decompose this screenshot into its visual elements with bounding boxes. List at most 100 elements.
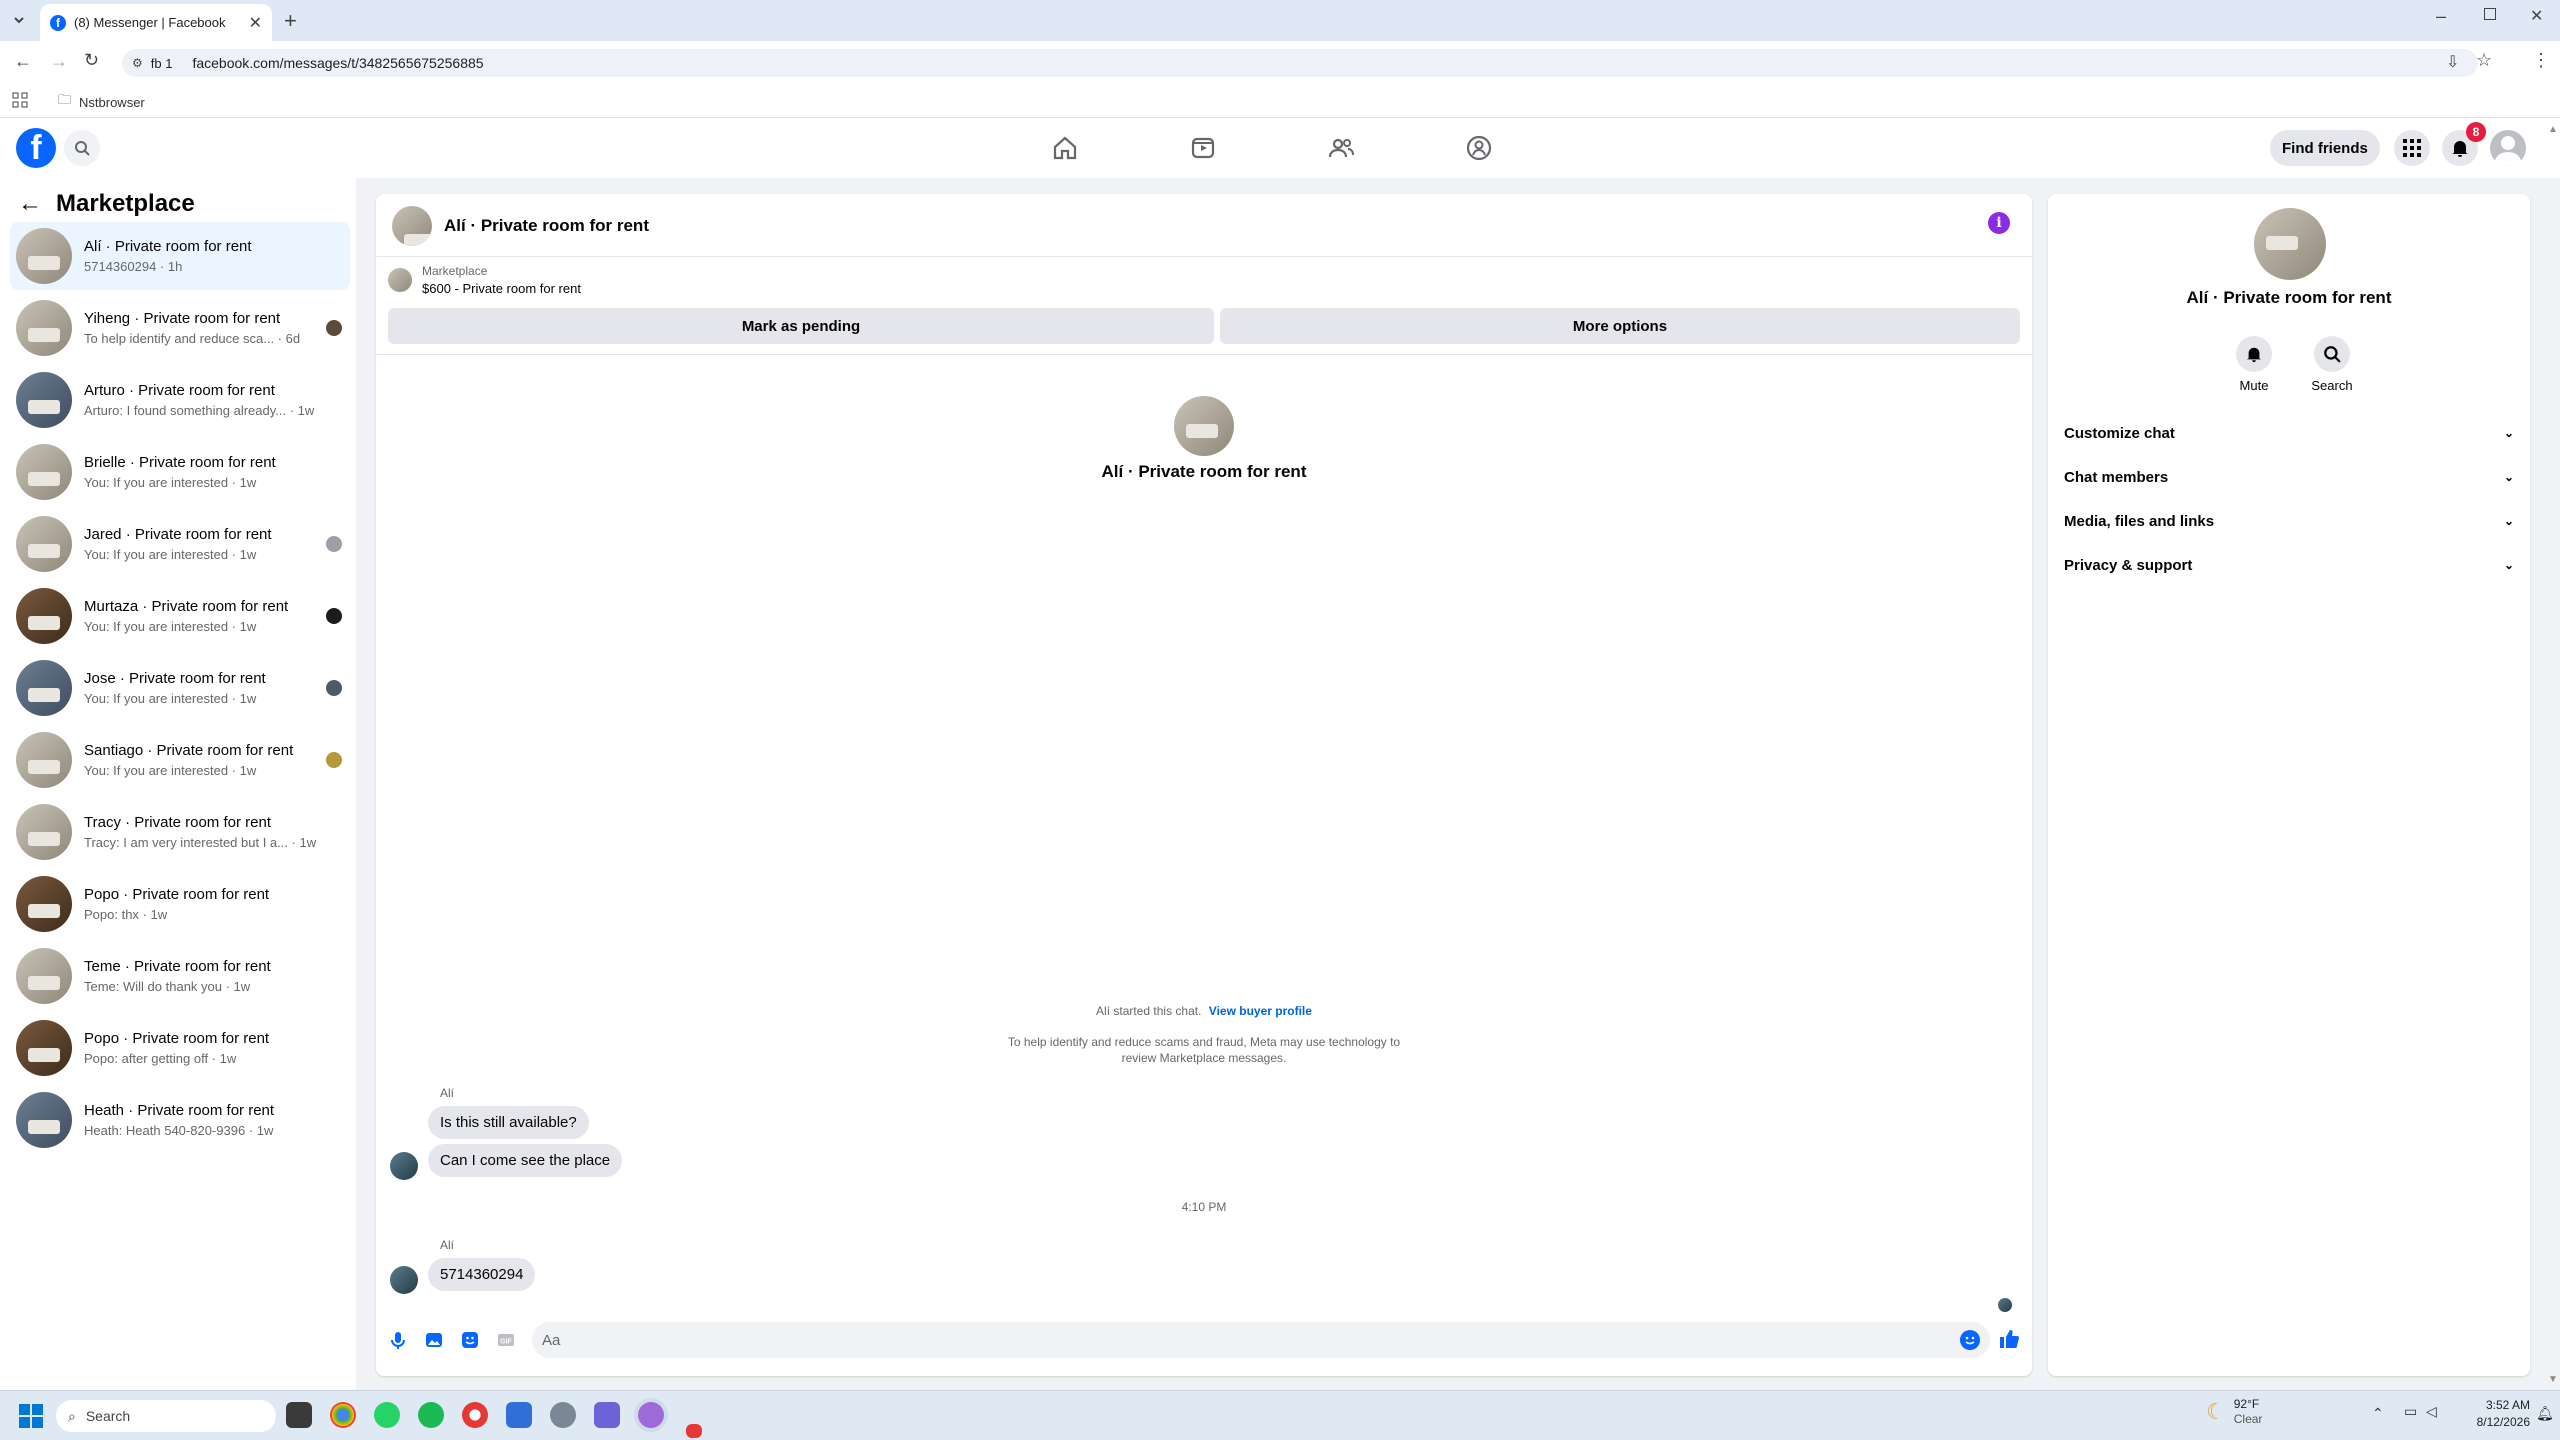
profile-avatar[interactable] <box>2490 130 2526 166</box>
message-bubble[interactable]: Is this still available? <box>428 1106 589 1139</box>
install-icon[interactable]: ⇩ <box>2446 52 2459 72</box>
conversation-item[interactable]: Popo · Private room for rent Popo: after … <box>10 1014 350 1082</box>
listing-card[interactable]: Marketplace $600 - Private room for rent <box>388 264 581 296</box>
chat-header[interactable]: Alí · Private room for rent <box>392 206 649 246</box>
safety-notice-line2: review Marketplace messages. <box>1121 1051 1287 1065</box>
conversation-preview: Popo: after getting off · 1w <box>84 1051 237 1066</box>
privacy-support-section[interactable]: Privacy & support ⌄ <box>2064 550 2514 580</box>
chat-members-section[interactable]: Chat members ⌄ <box>2064 462 2514 492</box>
find-friends-button[interactable]: Find friends <box>2270 130 2380 166</box>
conversation-item[interactable]: Murtaza · Private room for rent You: If y… <box>10 582 350 650</box>
windows-start-icon[interactable] <box>18 1403 44 1429</box>
photo-icon[interactable] <box>424 1330 444 1350</box>
clock[interactable]: 3:52 AM 8/12/2026 <box>2450 1397 2530 1431</box>
mute-button[interactable]: Mute <box>2232 336 2276 393</box>
safety-notice: To help identify and reduce scams and fr… <box>376 1034 2032 1066</box>
browser-app-icon[interactable] <box>462 1402 488 1428</box>
volume-icon[interactable]: ◁ <box>2426 1403 2437 1420</box>
listing-title: $600 - Private room for rent <box>422 281 581 296</box>
thumbs-up-icon[interactable] <box>1998 1328 2020 1350</box>
conversation-item[interactable]: Tracy · Private room for rent Tracy: I am… <box>10 798 350 866</box>
back-arrow-icon[interactable]: ← <box>18 190 42 218</box>
info-icon[interactable]: i <box>1988 212 2010 234</box>
conversation-name: Jose · Private room for rent <box>84 670 266 687</box>
taskbar-search[interactable]: ⌕ Search <box>56 1400 276 1432</box>
close-window-button[interactable]: ✕ <box>2530 6 2543 26</box>
minimize-button[interactable]: – <box>2436 6 2446 27</box>
conversation-item[interactable]: Teme · Private room for rent Teme: Will d… <box>10 942 350 1010</box>
conversation-item[interactable]: Alí · Private room for rent 5714360294 · … <box>10 222 350 290</box>
restore-button[interactable] <box>2484 8 2496 20</box>
conversation-item[interactable]: Heath · Private room for rent Heath: Heat… <box>10 1086 350 1154</box>
reload-icon[interactable]: ↻ <box>84 50 99 71</box>
clock-date: 8/12/2026 <box>2476 1415 2530 1429</box>
message-bubble[interactable]: Can I come see the place <box>428 1144 623 1177</box>
video-icon[interactable] <box>1189 134 1217 162</box>
conversation-item[interactable]: Brielle · Private room for rent You: If y… <box>10 438 350 506</box>
sticker-icon[interactable] <box>460 1330 480 1350</box>
facebook-search-button[interactable] <box>64 130 100 166</box>
conversation-list-panel: ← Marketplace Alí · Private room for ren… <box>0 178 356 1390</box>
friends-icon[interactable] <box>1327 134 1355 162</box>
conversation-preview: 5714360294 · 1h <box>84 259 183 274</box>
clock-time: 3:52 AM <box>2485 1398 2530 1412</box>
groups-icon[interactable] <box>1465 134 1493 162</box>
conversation-avatar <box>16 1020 72 1076</box>
chevron-up-icon[interactable]: ⌃ <box>2372 1405 2384 1422</box>
calendar-app-icon[interactable] <box>686 1424 702 1438</box>
facebook-logo-icon[interactable]: f <box>16 128 56 168</box>
conversation-item[interactable]: Yiheng · Private room for rent To help id… <box>10 294 350 362</box>
apps-grid-icon[interactable] <box>12 92 28 108</box>
emoji-icon[interactable] <box>1960 1330 1980 1350</box>
conversation-name: Tracy · Private room for rent <box>84 814 271 831</box>
browser-menu-icon[interactable]: ⋮ <box>2532 50 2550 71</box>
conversation-item[interactable]: Jared · Private room for rent You: If you… <box>10 510 350 578</box>
whatsapp-icon[interactable] <box>374 1402 400 1428</box>
media-files-links-section[interactable]: Media, files and links ⌄ <box>2064 506 2514 536</box>
conversation-item[interactable]: Santiago · Private room for rent You: If … <box>10 726 350 794</box>
network-icon[interactable]: ▭ <box>2404 1403 2417 1420</box>
nstbrowser-icon[interactable] <box>638 1402 664 1428</box>
search-conversation-button[interactable]: Search <box>2302 336 2362 393</box>
notification-bell-icon[interactable]: 🔔︎ <box>2536 1405 2554 1422</box>
view-buyer-profile-link[interactable]: View buyer profile <box>1209 1004 1312 1018</box>
notepad-icon[interactable] <box>506 1402 532 1428</box>
back-icon[interactable]: ← <box>14 51 32 72</box>
weather-desc: Clear <box>2233 1412 2263 1426</box>
listing-divider <box>376 354 2032 355</box>
file-explorer-icon[interactable] <box>286 1402 312 1428</box>
conversation-item[interactable]: Jose · Private room for rent You: If you … <box>10 654 350 722</box>
bookmark-star-icon[interactable]: ☆ <box>2476 50 2492 71</box>
weather-widget[interactable]: ☾ 92°F Clear <box>2206 1397 2262 1427</box>
close-tab-icon[interactable]: ✕ <box>249 13 262 33</box>
tab-search-icon[interactable] <box>10 11 28 29</box>
message-bubble[interactable]: 5714360294 <box>428 1258 536 1291</box>
seen-avatar <box>326 752 342 768</box>
site-settings-icon[interactable]: ⚙ <box>132 56 143 70</box>
app-icon[interactable] <box>594 1402 620 1428</box>
tab-messenger[interactable]: f (8) Messenger | Facebook ✕ <box>40 4 272 41</box>
customize-chat-section[interactable]: Customize chat ⌄ <box>2064 418 2514 448</box>
settings-icon[interactable] <box>550 1402 576 1428</box>
address-bar[interactable]: ⚙ fb 1 facebook.com/messages/t/348256567… <box>122 49 2478 77</box>
more-options-button[interactable]: More options <box>1220 308 2020 344</box>
chrome-icon[interactable] <box>330 1402 356 1428</box>
forward-icon[interactable]: → <box>50 51 68 72</box>
conversation-item[interactable]: Popo · Private room for rent Popo: thx · … <box>10 870 350 938</box>
message-input[interactable]: Aa <box>532 1322 1990 1358</box>
message-timestamp: 4:10 PM <box>1181 1200 1227 1214</box>
new-tab-button[interactable]: + <box>284 8 297 34</box>
mark-as-pending-button[interactable]: Mark as pending <box>388 308 1214 344</box>
home-icon[interactable] <box>1051 134 1079 162</box>
scrollbar-down-arrow[interactable]: ▼ <box>2548 1374 2558 1385</box>
conversation-item[interactable]: Arturo · Private room for rent Arturo: I … <box>10 366 350 434</box>
microphone-icon[interactable] <box>388 1330 408 1350</box>
scrollbar-up-arrow[interactable]: ▲ <box>2548 124 2558 135</box>
conversation-name: Heath · Private room for rent <box>84 1102 275 1119</box>
spotify-icon[interactable] <box>418 1402 444 1428</box>
menu-button[interactable] <box>2394 130 2430 166</box>
details-avatar[interactable] <box>2254 208 2326 280</box>
conversation-avatar <box>16 876 72 932</box>
bookmark-nstbrowser[interactable]: 🗀 Nstbrowser <box>58 91 145 113</box>
gif-icon[interactable]: GIF <box>496 1330 516 1350</box>
